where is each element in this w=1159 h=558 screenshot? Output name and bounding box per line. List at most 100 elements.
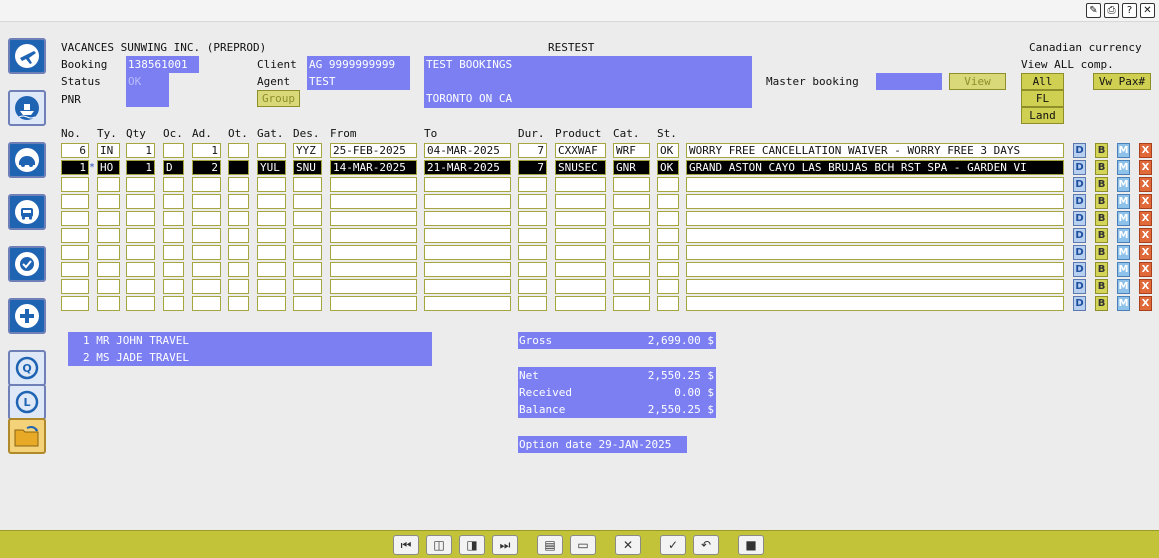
cell-ot[interactable] [228,194,249,209]
cell-ad[interactable]: 2 [192,160,221,175]
booking-button[interactable]: B [1095,228,1108,243]
details-button[interactable]: D [1073,211,1086,226]
delete-button[interactable]: X [1139,245,1152,260]
cell-from[interactable] [330,177,417,192]
details-button[interactable]: D [1073,228,1086,243]
cell-product[interactable] [555,245,606,260]
cell-des[interactable] [293,228,322,243]
cell-oc[interactable] [163,143,184,158]
cell-qty[interactable] [126,194,155,209]
cell-gat[interactable] [257,211,286,226]
details-button[interactable]: D [1073,279,1086,294]
delete-button[interactable]: X [1139,279,1152,294]
booking-button[interactable]: B [1095,143,1108,158]
cell-st[interactable] [657,296,679,311]
cell-product[interactable] [555,296,606,311]
cell-cat[interactable]: WRF [613,143,650,158]
print-icon[interactable]: ⎙ [1104,3,1119,18]
cell-ty[interactable] [97,194,120,209]
cell-no[interactable] [61,262,89,277]
modify-button[interactable]: M [1117,245,1130,260]
previous-record-icon[interactable]: ◫ [426,535,452,555]
cell-st[interactable]: OK [657,160,679,175]
car-rental-icon[interactable] [8,142,46,178]
cell-to[interactable] [424,279,511,294]
cell-qty[interactable] [126,279,155,294]
cell-ot[interactable] [228,177,249,192]
details-button[interactable]: D [1073,177,1086,192]
cell-to[interactable] [424,245,511,260]
cell-product[interactable] [555,262,606,277]
agent-field[interactable]: TEST [307,73,410,90]
modify-button[interactable]: M [1117,228,1130,243]
cell-oc[interactable]: D [163,160,184,175]
cell-ad[interactable] [192,194,221,209]
cell-dur[interactable] [518,177,547,192]
booking-button[interactable]: B [1095,279,1108,294]
close-icon[interactable]: ✕ [1140,3,1155,18]
cell-des[interactable] [293,194,322,209]
cell-cat[interactable]: GNR [613,160,650,175]
undo-icon[interactable]: ↶ [693,535,719,555]
cell-des[interactable] [293,177,322,192]
cell-oc[interactable] [163,245,184,260]
cell-from[interactable] [330,296,417,311]
cell-cat[interactable] [613,177,650,192]
cell-qty[interactable]: 1 [126,160,155,175]
cell-gat[interactable] [257,143,286,158]
cell-desc[interactable] [686,245,1064,260]
car-icon[interactable] [8,194,46,230]
cell-des[interactable]: YYZ [293,143,322,158]
edit-icon[interactable]: ✎ [1086,3,1101,18]
cell-dur[interactable] [518,296,547,311]
delete-button[interactable]: X [1139,228,1152,243]
cell-st[interactable] [657,177,679,192]
query-search-icon[interactable]: Q [8,350,46,386]
cell-dur[interactable] [518,245,547,260]
cell-gat[interactable]: YUL [257,160,286,175]
flight-icon[interactable] [8,38,46,74]
cell-ot[interactable] [228,262,249,277]
cell-cat[interactable] [613,228,650,243]
cell-product[interactable] [555,228,606,243]
details-button[interactable]: D [1073,194,1086,209]
delete-button[interactable]: X [1139,177,1152,192]
next-record-icon[interactable]: ◨ [459,535,485,555]
cell-oc[interactable] [163,228,184,243]
all-button[interactable]: All [1021,73,1064,90]
cell-qty[interactable] [126,245,155,260]
cell-ot[interactable] [228,211,249,226]
cell-cat[interactable] [613,296,650,311]
booking-button[interactable]: B [1095,160,1108,175]
booking-button[interactable]: B [1095,296,1108,311]
cell-desc[interactable] [686,211,1064,226]
modify-button[interactable]: M [1117,143,1130,158]
cell-oc[interactable] [163,262,184,277]
cell-st[interactable] [657,211,679,226]
add-icon[interactable] [8,298,46,334]
help-icon[interactable]: ? [1122,3,1137,18]
cell-desc[interactable] [686,279,1064,294]
cell-no[interactable] [61,228,89,243]
cell-from[interactable]: 14-MAR-2025 [330,160,417,175]
cell-desc[interactable] [686,177,1064,192]
cell-no[interactable] [61,177,89,192]
delete-button[interactable]: X [1139,143,1152,158]
cell-ty[interactable]: IN [97,143,120,158]
cell-from[interactable] [330,194,417,209]
passenger-row[interactable]: 1 MR JOHN TRAVEL [83,334,189,347]
cell-ad[interactable] [192,262,221,277]
cell-ty[interactable] [97,279,120,294]
cell-ty[interactable] [97,177,120,192]
cell-product[interactable] [555,177,606,192]
delete-button[interactable]: X [1139,296,1152,311]
booking-number-field[interactable]: 138561001 [126,56,199,73]
cell-product[interactable]: SNUSEC [555,160,606,175]
cell-to[interactable] [424,262,511,277]
cell-ad[interactable] [192,228,221,243]
cell-cat[interactable] [613,262,650,277]
cell-ad[interactable] [192,245,221,260]
cell-from[interactable] [330,211,417,226]
cell-to[interactable]: 21-MAR-2025 [424,160,511,175]
cell-ty[interactable] [97,262,120,277]
